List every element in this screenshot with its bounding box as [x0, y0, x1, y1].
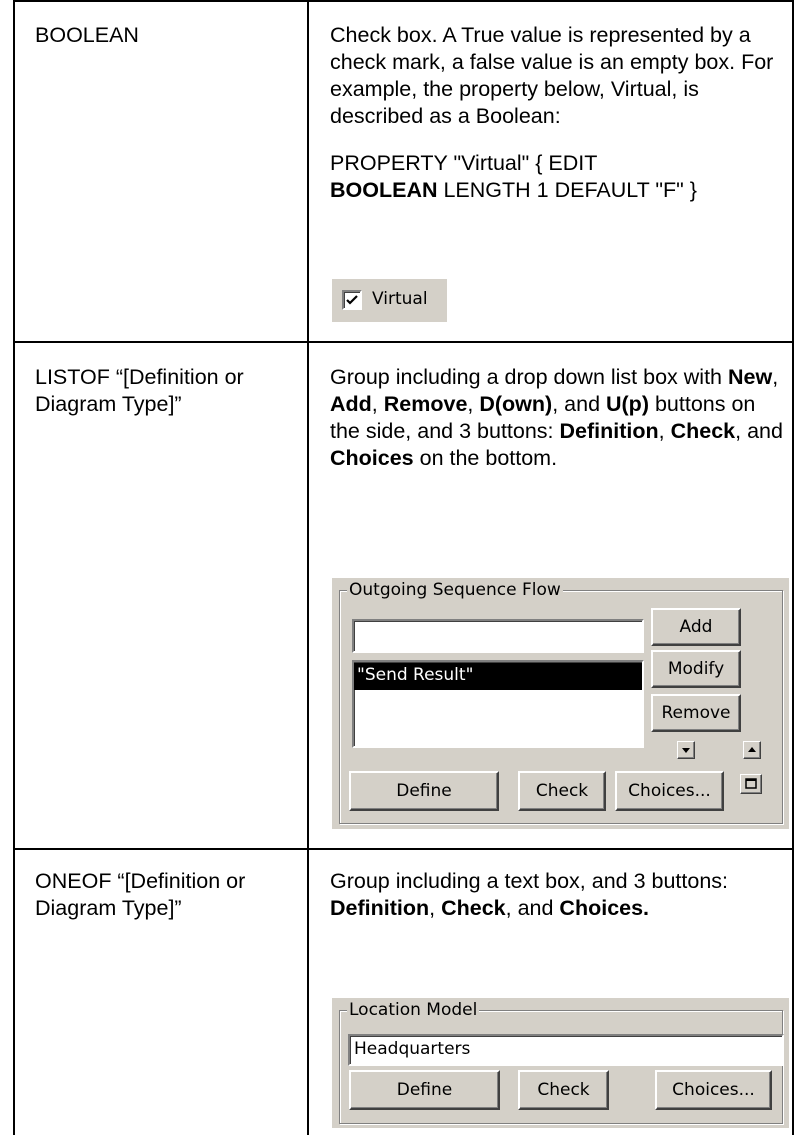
arrow-up-icon	[748, 747, 756, 752]
row-divider	[13, 341, 794, 343]
description-text: ,	[467, 392, 480, 416]
type-label: ONEOF “[Definition or Diagram Type]”	[35, 868, 245, 922]
description-bold: Choices.	[559, 896, 650, 920]
modify-button[interactable]: Modify	[651, 650, 741, 688]
add-button[interactable]: Add	[651, 608, 741, 646]
code-keyword: BOOLEAN	[330, 178, 438, 202]
description-text: ,	[658, 419, 671, 443]
move-up-button[interactable]	[743, 741, 761, 759]
type-label-line: Diagram Type]”	[35, 392, 182, 416]
description-text: ,	[371, 392, 384, 416]
description-text: , and	[505, 896, 560, 920]
row-divider	[13, 848, 794, 850]
choices-button[interactable]: Choices...	[655, 1070, 772, 1110]
description-text: on the bottom.	[413, 446, 558, 470]
description-text: ,	[429, 896, 442, 920]
type-description: Group including a drop down list box wit…	[330, 364, 785, 472]
table-border-left	[13, 0, 15, 1135]
define-button[interactable]: Define	[349, 771, 499, 811]
define-button[interactable]: Define	[349, 1070, 500, 1110]
group-title: Location Model	[347, 1000, 480, 1020]
choices-button[interactable]: Choices...	[615, 771, 724, 811]
window-icon	[745, 778, 757, 789]
type-description: Check box. A True value is represented b…	[330, 22, 785, 204]
description-bold: Check	[670, 419, 736, 443]
type-description: Group including a text box, and 3 button…	[330, 868, 785, 922]
type-label-line: ONEOF “[Definition or	[35, 869, 246, 893]
description-bold: U(p)	[606, 392, 649, 416]
description-bold: Definition	[330, 896, 430, 920]
move-down-button[interactable]	[677, 741, 695, 759]
description-text: , and	[735, 419, 783, 443]
list-item-selected[interactable]: "Send Result"	[354, 663, 642, 690]
description-bold: Remove	[383, 392, 468, 416]
description-bold: Check	[441, 896, 506, 920]
flow-listbox[interactable]: "Send Result"	[352, 660, 644, 748]
type-label: LISTOF “[Definition or Diagram Type]”	[35, 364, 244, 418]
group-title: Outgoing Sequence Flow	[347, 580, 563, 600]
virtual-checkbox[interactable]	[342, 290, 362, 310]
code-text: PROPERTY "Virtual" { EDIT	[330, 151, 598, 175]
flow-input[interactable]	[352, 619, 644, 653]
location-input[interactable]: Headquarters	[348, 1034, 784, 1066]
description-bold: Add	[330, 392, 372, 416]
checkbox-sample-panel: Virtual	[332, 279, 447, 322]
description-bold: Definition	[559, 419, 659, 443]
description-bold: Choices	[330, 446, 414, 470]
description-text: , and	[552, 392, 606, 416]
column-divider	[307, 0, 309, 1135]
listof-sample-panel: Outgoing Sequence Flow "Send Result" Add…	[332, 578, 789, 829]
remove-button[interactable]: Remove	[651, 694, 741, 732]
type-label-line: Diagram Type]”	[35, 896, 182, 920]
description-text: Group including a drop down list box wit…	[330, 365, 728, 389]
type-label-line: LISTOF “[Definition or	[35, 365, 244, 389]
type-label: BOOLEAN	[35, 23, 139, 47]
code-sample: PROPERTY "Virtual" { EDIT BOOLEAN LENGTH …	[330, 150, 785, 204]
description-text: Check box. A True value is represented b…	[330, 23, 774, 128]
description-text: Group including a text box, and 3 button…	[330, 869, 729, 893]
maximize-button[interactable]	[740, 774, 762, 794]
oneof-sample-panel: Location Model Headquarters Define Check…	[332, 998, 789, 1128]
check-mark-icon	[346, 295, 358, 305]
table-border-top	[13, 0, 794, 2]
description-text: ,	[772, 365, 779, 389]
input-value: Headquarters	[354, 1039, 471, 1059]
description-bold: New	[727, 365, 773, 389]
checkbox-label: Virtual	[372, 289, 428, 309]
arrow-down-icon	[682, 748, 690, 753]
code-text: LENGTH 1 DEFAULT "F" }	[437, 178, 697, 202]
description-bold: D(own)	[479, 392, 553, 416]
check-button[interactable]: Check	[518, 1070, 609, 1110]
table-border-right	[792, 0, 794, 1135]
check-button[interactable]: Check	[518, 771, 606, 811]
